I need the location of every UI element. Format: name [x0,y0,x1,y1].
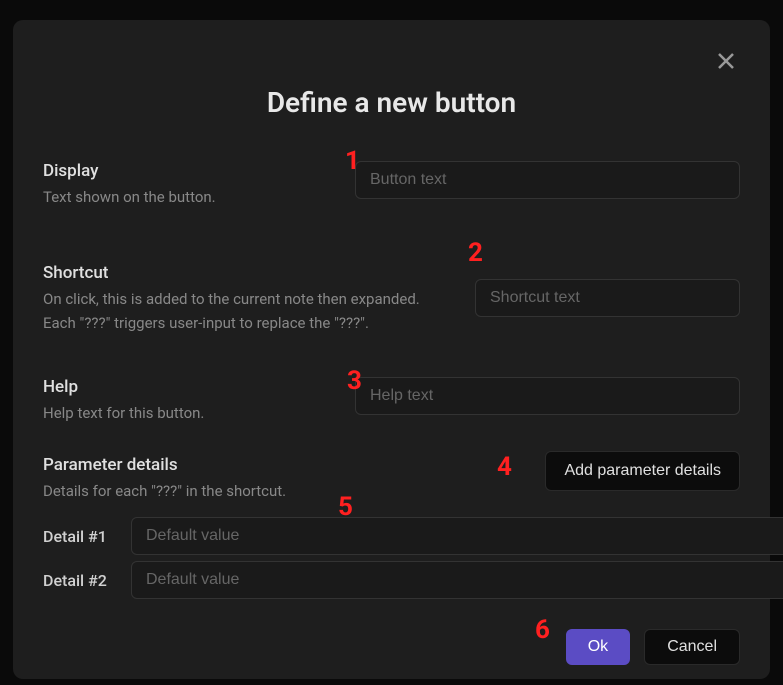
display-input[interactable] [355,161,740,199]
param-desc: Details for each "???" in the shortcut. [43,479,286,503]
dialog-footer: Ok Cancel [43,629,740,665]
help-field-row: Help Help text for this button. [43,377,740,425]
table-row: Detail #1 [43,517,740,555]
detail-1-label: Detail #1 [43,527,121,546]
shortcut-label: Shortcut [43,263,455,283]
param-label: Parameter details [43,455,286,475]
table-row: Detail #2 [43,561,740,599]
detail-2-default-input[interactable] [131,561,783,599]
define-button-dialog: 1 2 3 4 5 6 Define a new button Display … [13,20,770,679]
display-label: Display [43,161,335,181]
shortcut-input[interactable] [475,279,740,317]
shortcut-desc-line1: On click, this is added to the current n… [43,287,455,311]
cancel-button[interactable]: Cancel [644,629,740,665]
shortcut-field-row: Shortcut On click, this is added to the … [43,263,740,335]
ok-button[interactable]: Ok [566,629,630,665]
detail-1-default-input[interactable] [131,517,783,555]
help-desc: Help text for this button. [43,401,335,425]
display-desc: Text shown on the button. [43,185,335,209]
add-parameter-button[interactable]: Add parameter details [545,451,740,491]
help-input[interactable] [355,377,740,415]
close-icon[interactable] [714,52,738,76]
detail-2-label: Detail #2 [43,571,121,590]
parameter-details-section: Parameter details Details for each "???"… [43,455,740,599]
help-label: Help [43,377,335,397]
dialog-title: Define a new button [43,86,740,119]
shortcut-desc-line2: Each "???" triggers user-input to replac… [43,311,455,335]
display-field-row: Display Text shown on the button. [43,161,740,209]
